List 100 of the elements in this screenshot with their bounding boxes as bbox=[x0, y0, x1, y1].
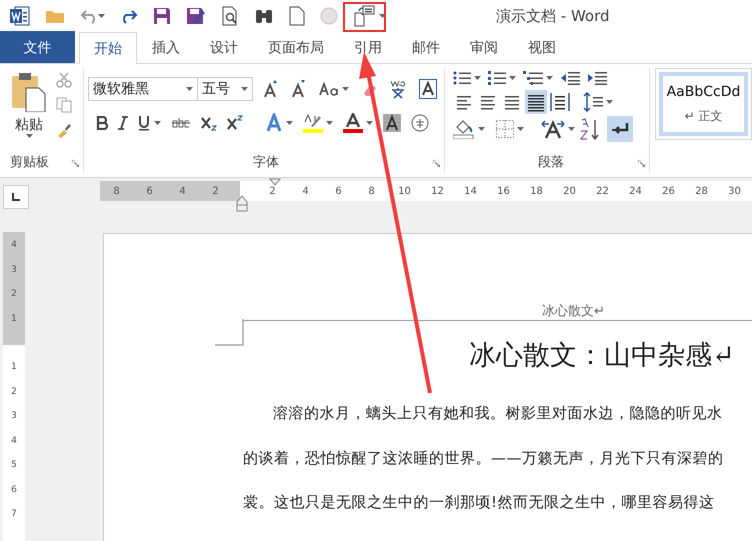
font-size-field[interactable]: 五号 bbox=[197, 77, 253, 101]
ruler-number: 6 bbox=[145, 186, 154, 196]
character-border-icon[interactable] bbox=[419, 79, 437, 99]
binoculars-icon[interactable] bbox=[254, 7, 274, 25]
change-case-icon[interactable] bbox=[319, 82, 339, 96]
group-label: 字体 bbox=[253, 154, 279, 171]
ruler-number: 2 bbox=[211, 186, 220, 196]
dropdown-caret-icon[interactable] bbox=[509, 76, 516, 80]
save-icon[interactable] bbox=[153, 7, 171, 25]
paragraph-line: 的谈着，恐怕惊醒了这浓睡的世界。——万籁无声，月光下只有深碧的 bbox=[243, 448, 724, 468]
ruler-number: 30 bbox=[727, 186, 742, 196]
ribbon-tab[interactable]: 页面布局 bbox=[253, 32, 339, 63]
dropdown-caret-icon[interactable] bbox=[186, 87, 193, 91]
dropdown-caret-icon[interactable] bbox=[286, 121, 293, 125]
dropdown-caret-icon[interactable] bbox=[546, 76, 553, 80]
save-as-icon[interactable] bbox=[186, 7, 206, 25]
ruler-number: 4 bbox=[178, 186, 187, 196]
dropdown-caret-icon[interactable] bbox=[241, 87, 248, 91]
ruler-number: 1 bbox=[11, 362, 17, 372]
ruler-number: 8 bbox=[112, 186, 121, 196]
italic-icon[interactable] bbox=[118, 116, 128, 130]
font-color-icon[interactable] bbox=[343, 113, 363, 133]
crop-mark bbox=[215, 319, 244, 346]
paragraph-line: 溶溶的水月，螭头上只有她和我。树影里对面水边，隐隐的听见水 bbox=[273, 403, 722, 424]
highlight-frame bbox=[343, 2, 386, 32]
document-link-icon[interactable] bbox=[353, 5, 375, 27]
ruler-number: 5 bbox=[11, 460, 17, 470]
show-marks-button[interactable] bbox=[607, 116, 633, 142]
redo-icon[interactable] bbox=[120, 8, 138, 24]
borders-icon[interactable] bbox=[496, 120, 514, 138]
blank-page-icon[interactable] bbox=[289, 6, 305, 26]
group-label: 段落 bbox=[538, 154, 564, 171]
ruler-number: 28 bbox=[694, 186, 709, 196]
dialog-launcher-icon[interactable] bbox=[433, 160, 440, 167]
font-name-field[interactable]: 微软雅黑 bbox=[88, 77, 198, 101]
undo-icon[interactable] bbox=[80, 8, 98, 24]
multilevel-list-icon[interactable] bbox=[523, 70, 543, 86]
ruler-number: 4 bbox=[11, 240, 17, 250]
paintbrush-icon[interactable] bbox=[56, 122, 72, 138]
clipboard-icon[interactable] bbox=[11, 72, 47, 112]
dropdown-caret-icon[interactable] bbox=[474, 76, 481, 80]
window-title: 演示文档 - Word bbox=[496, 6, 610, 26]
dropdown-caret-icon[interactable] bbox=[568, 127, 575, 131]
strikethrough-icon[interactable] bbox=[171, 117, 191, 129]
dropdown-caret-icon[interactable] bbox=[517, 127, 524, 131]
dropdown-caret-icon[interactable] bbox=[366, 121, 373, 125]
enclosed-character-icon[interactable] bbox=[411, 114, 429, 132]
shrink-font-icon[interactable] bbox=[291, 80, 307, 98]
dropdown-caret-icon[interactable] bbox=[98, 14, 105, 18]
character-shading-icon[interactable] bbox=[383, 114, 401, 132]
style-preview[interactable]: AaBbCcDd ↵ 正文 bbox=[659, 72, 748, 136]
bold-icon[interactable] bbox=[96, 116, 108, 130]
ruler-number: 6 bbox=[334, 186, 343, 196]
dropdown-caret-icon[interactable] bbox=[606, 100, 613, 104]
ruler-number: 20 bbox=[562, 186, 577, 196]
ribbon-tab[interactable]: 引用 bbox=[339, 32, 397, 63]
ribbon-tab[interactable]: 审阅 bbox=[455, 32, 513, 63]
paste-button[interactable]: 粘贴 bbox=[8, 68, 50, 138]
grow-font-icon[interactable] bbox=[263, 80, 279, 98]
ribbon-tab[interactable]: 邮件 bbox=[397, 32, 455, 63]
line-spacing-icon[interactable] bbox=[583, 92, 603, 112]
superscript-icon[interactable] bbox=[227, 115, 243, 131]
dropdown-caret-icon[interactable] bbox=[478, 127, 485, 131]
file-tab[interactable]: 文件 bbox=[0, 31, 75, 63]
ruler-number: 26 bbox=[661, 186, 676, 196]
ruler-number: 3 bbox=[11, 411, 17, 422]
ribbon-tab[interactable]: 开始 bbox=[79, 32, 137, 64]
dropdown-caret-icon[interactable] bbox=[342, 87, 349, 91]
ruler-number: 10 bbox=[397, 186, 412, 196]
highlighter-icon[interactable] bbox=[303, 113, 323, 133]
dropdown-caret-icon[interactable] bbox=[379, 14, 386, 18]
text-effects-icon[interactable] bbox=[265, 113, 283, 133]
underline-icon[interactable] bbox=[138, 115, 150, 131]
word-logo-icon[interactable] bbox=[10, 6, 30, 26]
phonetic-guide-icon[interactable] bbox=[389, 79, 407, 99]
print-preview-icon[interactable] bbox=[221, 6, 239, 26]
dialog-launcher-icon[interactable] bbox=[72, 160, 79, 167]
bullet-list-icon[interactable] bbox=[453, 70, 471, 86]
dropdown-caret-icon[interactable] bbox=[26, 134, 32, 138]
dropdown-caret-icon[interactable] bbox=[154, 121, 161, 125]
numbered-list-icon[interactable] bbox=[488, 70, 506, 86]
group-label: 剪贴板 bbox=[10, 154, 49, 171]
tab-selector[interactable] bbox=[3, 184, 29, 208]
dropdown-caret-icon[interactable] bbox=[326, 121, 333, 125]
ribbon-tab[interactable]: 插入 bbox=[137, 32, 195, 63]
sort-icon[interactable] bbox=[580, 118, 600, 140]
ruler-number: 12 bbox=[430, 186, 445, 196]
shading-bucket-icon[interactable] bbox=[453, 119, 475, 139]
ruler-number: 2 bbox=[268, 186, 277, 196]
increase-indent-icon[interactable] bbox=[587, 71, 607, 85]
subscript-icon[interactable] bbox=[201, 115, 217, 131]
dialog-launcher-icon[interactable] bbox=[638, 160, 645, 167]
decrease-indent-icon[interactable] bbox=[560, 71, 580, 85]
ribbon-tab[interactable]: 设计 bbox=[195, 32, 253, 63]
ruler-number: 24 bbox=[628, 186, 643, 196]
ribbon-tab[interactable]: 视图 bbox=[513, 32, 571, 63]
chinese-layout-icon[interactable] bbox=[541, 119, 565, 139]
paragraph-mark-icon[interactable] bbox=[611, 122, 629, 136]
ruler-number: 8 bbox=[367, 186, 376, 196]
ruler-number: 7 bbox=[11, 509, 17, 520]
